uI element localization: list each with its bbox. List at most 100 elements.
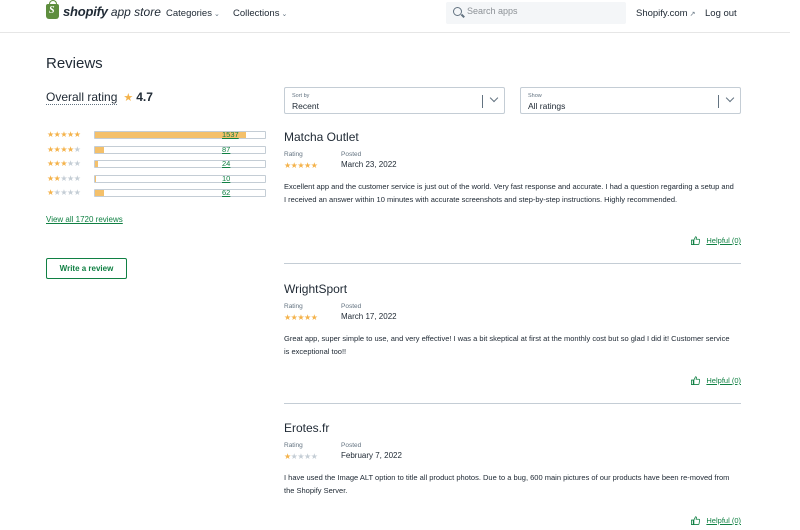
review-date: March 23, 2022 — [341, 160, 397, 169]
star-icon: ★ — [47, 159, 54, 168]
distribution-bar-fill — [95, 175, 97, 182]
chevron-down-icon: ⌄ — [281, 11, 288, 18]
nav-collections[interactable]: Collections ⌄ — [233, 8, 287, 19]
star-icon: ★ — [60, 188, 68, 197]
posted-label: Posted — [341, 303, 362, 310]
star-icon: ★ — [73, 188, 81, 197]
distribution-bar-fill — [95, 146, 104, 153]
helpful-label: Helpful (0) — [706, 516, 741, 525]
write-review-button[interactable]: Write a review — [46, 258, 127, 279]
posted-label: Posted — [341, 442, 362, 449]
star-icon: ★ — [304, 313, 311, 322]
review-divider — [284, 403, 741, 404]
review-divider — [284, 263, 741, 264]
helpful-button[interactable]: Helpful (0) — [691, 376, 741, 385]
review-card: WrightSport Rating Posted ★★★★★ March 17… — [284, 282, 741, 394]
star-icon: ★ — [73, 159, 81, 168]
star-icon: ★ — [47, 188, 54, 197]
distribution-bar — [94, 189, 266, 197]
rating-label: Rating — [284, 442, 303, 449]
star-icon: ★ — [297, 452, 305, 461]
search-input[interactable] — [467, 6, 617, 16]
show-select[interactable]: Show All ratings — [520, 87, 741, 114]
star-icon: ★ — [60, 144, 68, 154]
distribution-row: ★★★★★ 62 — [46, 187, 266, 202]
distribution-bar — [94, 145, 266, 154]
top-bar: shopify app store Categories⌄ Collection… — [0, 0, 790, 33]
thumbs-up-icon — [691, 236, 701, 245]
nav-categories-label: Categories — [166, 8, 212, 19]
nav-categories[interactable]: Categories ⌄ — [166, 8, 220, 19]
shopify-app-store-logo[interactable]: shopify app store — [46, 0, 161, 19]
distribution-count-link[interactable]: 87 — [222, 145, 230, 154]
select-divider — [482, 95, 483, 108]
star-icon: ★ — [123, 92, 134, 104]
distribution-bar — [94, 160, 266, 168]
nav-collections-label: Collections — [233, 8, 280, 19]
reviewer-name: WrightSport — [284, 282, 348, 296]
star-icon: ★ — [60, 130, 68, 139]
shopify-com-link[interactable]: Shopify.com ↗ — [636, 8, 695, 19]
overall-rating-label: Overall rating — [46, 90, 118, 105]
star-icon: ★ — [67, 159, 74, 168]
search-box — [446, 2, 626, 24]
distribution-bar-fill — [95, 161, 98, 167]
star-icon: ★ — [47, 130, 54, 139]
star-icon: ★ — [60, 159, 68, 168]
star-icon: ★ — [310, 161, 318, 170]
show-caption: Show — [528, 93, 542, 99]
distribution-count-link[interactable]: 10 — [222, 174, 230, 183]
distribution-stars: ★★★★★ — [47, 173, 81, 184]
review-card: Matcha Outlet Rating Posted ★★★★★ March … — [284, 130, 741, 255]
thumbs-up-icon — [691, 376, 701, 385]
logo-brand: shopify — [63, 4, 108, 19]
star-icon: ★ — [60, 173, 68, 183]
overall-rating: Overall rating ★ 4.7 — [46, 90, 153, 105]
review-date: February 7, 2022 — [341, 451, 402, 460]
logo-subtitle: app store — [110, 4, 161, 19]
star-icon: ★ — [67, 144, 74, 154]
review-stars: ★★★★★ — [284, 452, 318, 461]
shopify-bag-icon — [46, 0, 59, 19]
star-icon: ★ — [67, 130, 74, 139]
distribution-bar-fill — [95, 190, 104, 196]
sort-value: Recent — [292, 101, 319, 111]
reviewer-name: Matcha Outlet — [284, 130, 359, 144]
review-date: March 17, 2022 — [341, 312, 397, 321]
star-icon: ★ — [73, 144, 81, 154]
star-icon: ★ — [297, 161, 305, 170]
distribution-count-link[interactable]: 1537 — [222, 130, 239, 139]
show-value: All ratings — [528, 101, 566, 111]
search-icon — [453, 7, 462, 16]
page-title: Reviews — [46, 55, 103, 72]
star-icon: ★ — [304, 161, 311, 170]
review-body: I have used the Image ALT option to titl… — [284, 473, 730, 495]
distribution-stars: ★★★★★ — [47, 144, 81, 155]
sort-caption: Sort by — [292, 93, 310, 99]
star-icon: ★ — [73, 173, 81, 183]
star-icon: ★ — [304, 452, 311, 461]
star-icon: ★ — [284, 161, 291, 170]
helpful-button[interactable]: Helpful (0) — [691, 516, 741, 525]
star-icon: ★ — [67, 188, 74, 197]
sort-select[interactable]: Sort by Recent — [284, 87, 505, 114]
distribution-stars: ★★★★★ — [47, 158, 81, 169]
star-icon: ★ — [47, 144, 54, 154]
distribution-count-link[interactable]: 24 — [222, 159, 230, 168]
shopify-com-label: Shopify.com — [636, 8, 688, 19]
distribution-row: ★★★★★ 24 — [46, 158, 266, 173]
distribution-stars: ★★★★★ — [47, 129, 81, 140]
helpful-label: Helpful (0) — [706, 376, 741, 385]
distribution-count-link[interactable]: 62 — [222, 188, 230, 197]
thumbs-up-icon — [691, 516, 701, 525]
logout-link[interactable]: Log out — [705, 8, 737, 19]
helpful-button[interactable]: Helpful (0) — [691, 236, 741, 245]
overall-rating-value: 4.7 — [136, 90, 153, 104]
star-icon: ★ — [297, 313, 305, 322]
distribution-stars: ★★★★★ — [47, 187, 81, 198]
distribution-bar — [94, 131, 266, 139]
review-card: Erotes.fr Rating Posted ★★★★★ February 7… — [284, 421, 741, 529]
distribution-row: ★★★★★ 1537 — [46, 129, 266, 144]
rating-label: Rating — [284, 303, 303, 310]
view-all-reviews-link[interactable]: View all 1720 reviews — [46, 215, 123, 224]
